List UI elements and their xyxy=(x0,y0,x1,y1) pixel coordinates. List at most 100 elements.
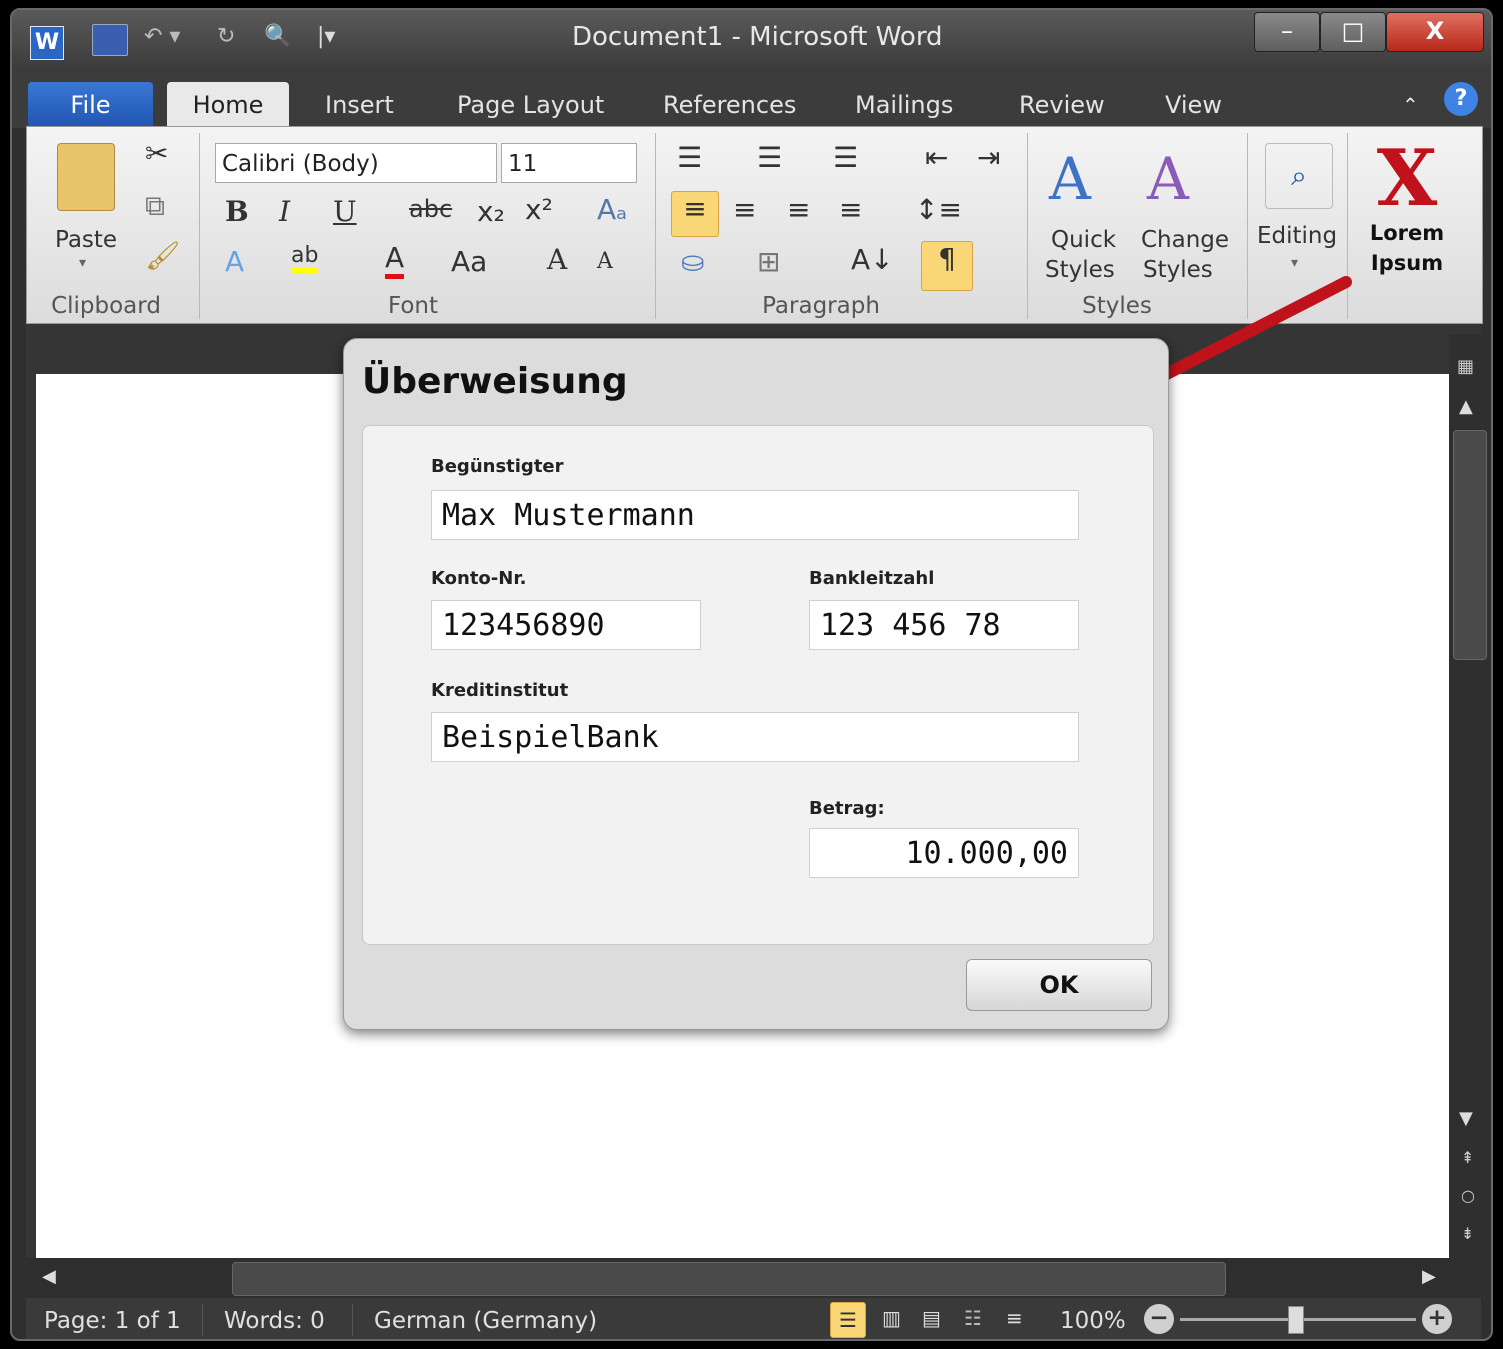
help-icon[interactable]: ? xyxy=(1444,82,1478,116)
collapse-ribbon-icon[interactable]: ⌃ xyxy=(1402,82,1419,128)
close-button[interactable]: X xyxy=(1386,12,1484,52)
bullets-icon[interactable]: ☰ xyxy=(677,141,702,174)
strikethrough-icon[interactable]: abc xyxy=(409,195,452,223)
language[interactable]: German (Germany) xyxy=(374,1308,597,1334)
binoculars-icon[interactable]: ⌕ xyxy=(1265,143,1333,209)
lorem-ipsum-x-icon[interactable]: X xyxy=(1369,137,1445,221)
page-count[interactable]: Page: 1 of 1 xyxy=(44,1308,181,1334)
clear-formatting-icon[interactable]: Aₐ xyxy=(597,193,627,226)
borders-icon[interactable]: ⊞ xyxy=(757,245,780,278)
maximize-button[interactable]: □ xyxy=(1320,12,1386,52)
paste-button[interactable]: Paste xyxy=(55,227,117,253)
font-group-label: Font xyxy=(387,293,439,319)
tab-mailings[interactable]: Mailings xyxy=(855,82,953,128)
align-right-icon[interactable]: ≡ xyxy=(787,193,810,226)
align-center-icon[interactable]: ≡ xyxy=(733,193,756,226)
decrease-indent-icon[interactable]: ⇤ xyxy=(925,141,948,174)
outline-icon[interactable]: ☷ xyxy=(964,1306,982,1330)
scroll-thumb[interactable] xyxy=(1453,430,1487,660)
editing-dropdown-icon[interactable]: ▾ xyxy=(1291,255,1298,271)
align-left-icon[interactable]: ≡ xyxy=(671,191,719,237)
quick-styles-button[interactable]: Quick xyxy=(1051,227,1116,253)
bank-code-field[interactable]: 123 456 78 xyxy=(809,600,1079,650)
horizontal-scrollbar[interactable]: ◀ ▶ xyxy=(26,1258,1456,1298)
lorem-ipsum-label-1[interactable]: Lorem xyxy=(1357,218,1457,248)
dialog-panel: Begünstigter Max Mustermann Konto-Nr. 12… xyxy=(362,425,1154,945)
line-spacing-icon[interactable]: ↕≡ xyxy=(915,193,962,226)
zoom-slider-thumb[interactable] xyxy=(1288,1306,1304,1334)
copy-icon[interactable]: ⧉ xyxy=(145,189,165,223)
word-count[interactable]: Words: 0 xyxy=(224,1308,325,1334)
scroll-left-icon[interactable]: ◀ xyxy=(42,1266,56,1287)
customize-icon[interactable]: |▾ xyxy=(317,24,335,58)
web-layout-icon[interactable]: ▤ xyxy=(922,1306,941,1330)
zoom-level[interactable]: 100% xyxy=(1060,1308,1126,1334)
numbering-icon[interactable]: ☰ xyxy=(757,141,782,174)
tab-insert[interactable]: Insert xyxy=(325,82,394,128)
beneficiary-field[interactable]: Max Mustermann xyxy=(431,490,1079,540)
change-styles-button[interactable]: Change xyxy=(1141,227,1229,253)
amount-field[interactable]: 10.000,00 xyxy=(809,828,1079,878)
cut-icon[interactable]: ✂ xyxy=(145,137,168,170)
quick-styles-icon[interactable]: A xyxy=(1049,145,1091,213)
bold-icon[interactable]: B xyxy=(225,195,249,228)
print-preview-icon[interactable]: 🔍 xyxy=(264,24,291,58)
tab-view[interactable]: View xyxy=(1165,82,1222,128)
tab-home[interactable]: Home xyxy=(167,82,289,128)
font-name-combo[interactable]: Calibri (Body) xyxy=(215,143,497,183)
underline-icon[interactable]: U xyxy=(333,195,357,228)
print-layout-icon[interactable]: ☰ xyxy=(830,1302,866,1338)
format-painter-icon[interactable]: 🖌 xyxy=(145,239,181,272)
horizontal-scroll-thumb[interactable] xyxy=(232,1262,1226,1296)
next-page-icon[interactable]: ⇟ xyxy=(1461,1224,1474,1243)
tab-review[interactable]: Review xyxy=(1019,82,1105,128)
scroll-up-icon[interactable]: ▲ xyxy=(1459,396,1473,417)
text-effects-icon[interactable]: A xyxy=(225,245,244,278)
account-field[interactable]: 123456890 xyxy=(431,600,701,650)
show-formatting-icon[interactable]: ¶ xyxy=(921,241,973,291)
undo-icon[interactable]: ↶ ▾ xyxy=(144,24,180,58)
italic-icon[interactable]: I xyxy=(279,195,290,228)
browse-object-icon[interactable]: ○ xyxy=(1461,1186,1475,1205)
paste-dropdown-icon[interactable]: ▾ xyxy=(79,255,86,271)
amount-label: Betrag: xyxy=(809,798,885,819)
zoom-out-icon[interactable]: − xyxy=(1144,1304,1174,1334)
ruler-toggle-icon[interactable]: ▦ xyxy=(1457,356,1474,377)
shading-icon[interactable]: ⛀ xyxy=(681,245,704,278)
tab-file[interactable]: File xyxy=(28,82,153,128)
tab-page-layout[interactable]: Page Layout xyxy=(457,82,604,128)
shrink-font-icon[interactable]: A xyxy=(597,249,613,274)
tab-references[interactable]: References xyxy=(663,82,796,128)
change-styles-icon[interactable]: A xyxy=(1147,145,1189,213)
highlight-color-icon[interactable]: ab xyxy=(291,243,319,273)
full-screen-reading-icon[interactable]: ▥ xyxy=(882,1306,901,1330)
superscript-icon[interactable]: x² xyxy=(525,193,553,226)
justify-icon[interactable]: ≡ xyxy=(839,193,862,226)
institute-field[interactable]: BeispielBank xyxy=(431,712,1079,762)
group-divider xyxy=(199,133,200,319)
paste-icon[interactable] xyxy=(57,143,115,211)
save-icon[interactable] xyxy=(92,24,128,56)
scroll-down-icon[interactable]: ▼ xyxy=(1459,1108,1473,1129)
vertical-scrollbar[interactable]: ▦ ▲ ▼ ⇞ ○ ⇟ xyxy=(1449,334,1489,1264)
editing-button[interactable]: Editing xyxy=(1257,223,1337,249)
sort-icon[interactable]: A↓ xyxy=(851,243,894,276)
increase-indent-icon[interactable]: ⇥ xyxy=(977,141,1000,174)
paragraph-group-label: Paragraph xyxy=(762,293,880,319)
scroll-right-icon[interactable]: ▶ xyxy=(1422,1266,1436,1287)
ok-button[interactable]: OK xyxy=(966,959,1152,1011)
change-case-icon[interactable]: Aa xyxy=(451,245,487,278)
font-color-icon[interactable]: A xyxy=(385,241,405,279)
grow-font-icon[interactable]: A xyxy=(547,243,567,276)
multilevel-list-icon[interactable]: ☰ xyxy=(833,141,858,174)
zoom-in-icon[interactable]: + xyxy=(1422,1304,1452,1334)
lorem-ipsum-label-2[interactable]: Ipsum xyxy=(1357,248,1457,278)
draft-icon[interactable]: ≡ xyxy=(1006,1306,1023,1330)
status-divider xyxy=(202,1304,203,1336)
word-icon[interactable]: W xyxy=(30,26,64,60)
redo-icon[interactable]: ↻ xyxy=(217,24,235,58)
subscript-icon[interactable]: x₂ xyxy=(477,195,505,228)
previous-page-icon[interactable]: ⇞ xyxy=(1461,1148,1474,1167)
font-size-combo[interactable]: 11 xyxy=(501,143,637,183)
minimize-button[interactable]: – xyxy=(1254,12,1320,52)
